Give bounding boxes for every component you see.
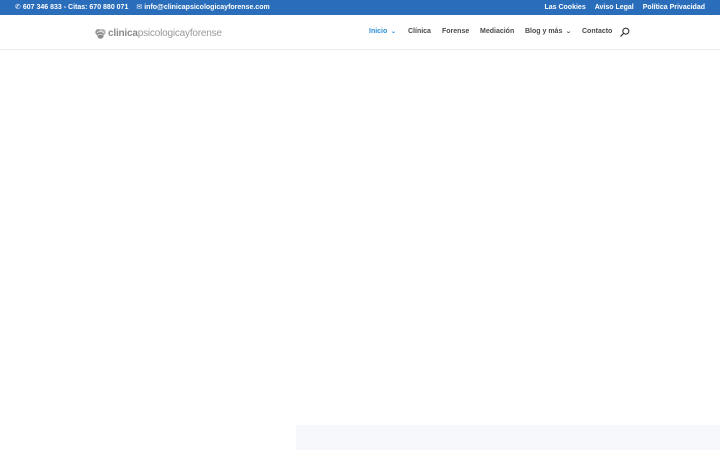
logo-text-psicologica: psicologica: [137, 27, 186, 39]
search-icon[interactable]: [620, 27, 630, 37]
nav-label-inicio: Inicio: [369, 28, 388, 35]
nav-label-blog: Blog y más: [525, 28, 563, 35]
envelope-icon: ✉: [136, 4, 143, 11]
email-link[interactable]: ✉ info@clinicapsicologicayforense.com: [136, 4, 269, 11]
email-text: info@clinicapsicologicayforense.com: [144, 4, 270, 11]
top-bar: ✆ 607 346 833 - Citas: 670 880 071 ✉ inf…: [0, 0, 720, 15]
nav-item-inicio[interactable]: Inicio ⌄: [369, 28, 398, 35]
nav-item-mediacion[interactable]: Mediación: [480, 28, 514, 35]
nav-item-clinica[interactable]: Clínica: [408, 28, 431, 35]
logo-text: clinicapsicologicayforense: [108, 28, 222, 39]
hero-section: [0, 50, 720, 425]
site-logo[interactable]: clinicapsicologicayforense: [94, 26, 222, 40]
phone-text: 607 346 833 - Citas: 670 880 071: [22, 4, 129, 11]
nav-item-contacto[interactable]: Contacto: [582, 28, 612, 35]
content-panel: [296, 425, 720, 450]
contact-info: ✆ 607 346 833 - Citas: 670 880 071 ✉ inf…: [15, 0, 278, 15]
chevron-down-icon: ⌄: [565, 29, 573, 35]
secondary-menu: Las Cookies Aviso Legal Política Privaci…: [535, 0, 705, 15]
nav-item-forense[interactable]: Forense: [442, 28, 469, 35]
logo-text-yforense: yforense: [185, 27, 222, 39]
nav-item-blog[interactable]: Blog y más ⌄: [525, 28, 573, 35]
brain-logo-icon: [95, 28, 106, 39]
legal-notice-link[interactable]: Aviso Legal: [595, 4, 634, 11]
phone-link[interactable]: ✆ 607 346 833 - Citas: 670 880 071: [15, 4, 128, 11]
chevron-down-icon: ⌄: [390, 29, 398, 35]
logo-text-clinica: clinica: [108, 27, 138, 39]
phone-icon: ✆: [15, 4, 21, 11]
privacy-policy-link[interactable]: Política Privacidad: [643, 4, 705, 11]
cookies-link[interactable]: Las Cookies: [544, 4, 585, 11]
main-header: clinicapsicologicayforense Inicio ⌄ Clín…: [0, 15, 720, 50]
